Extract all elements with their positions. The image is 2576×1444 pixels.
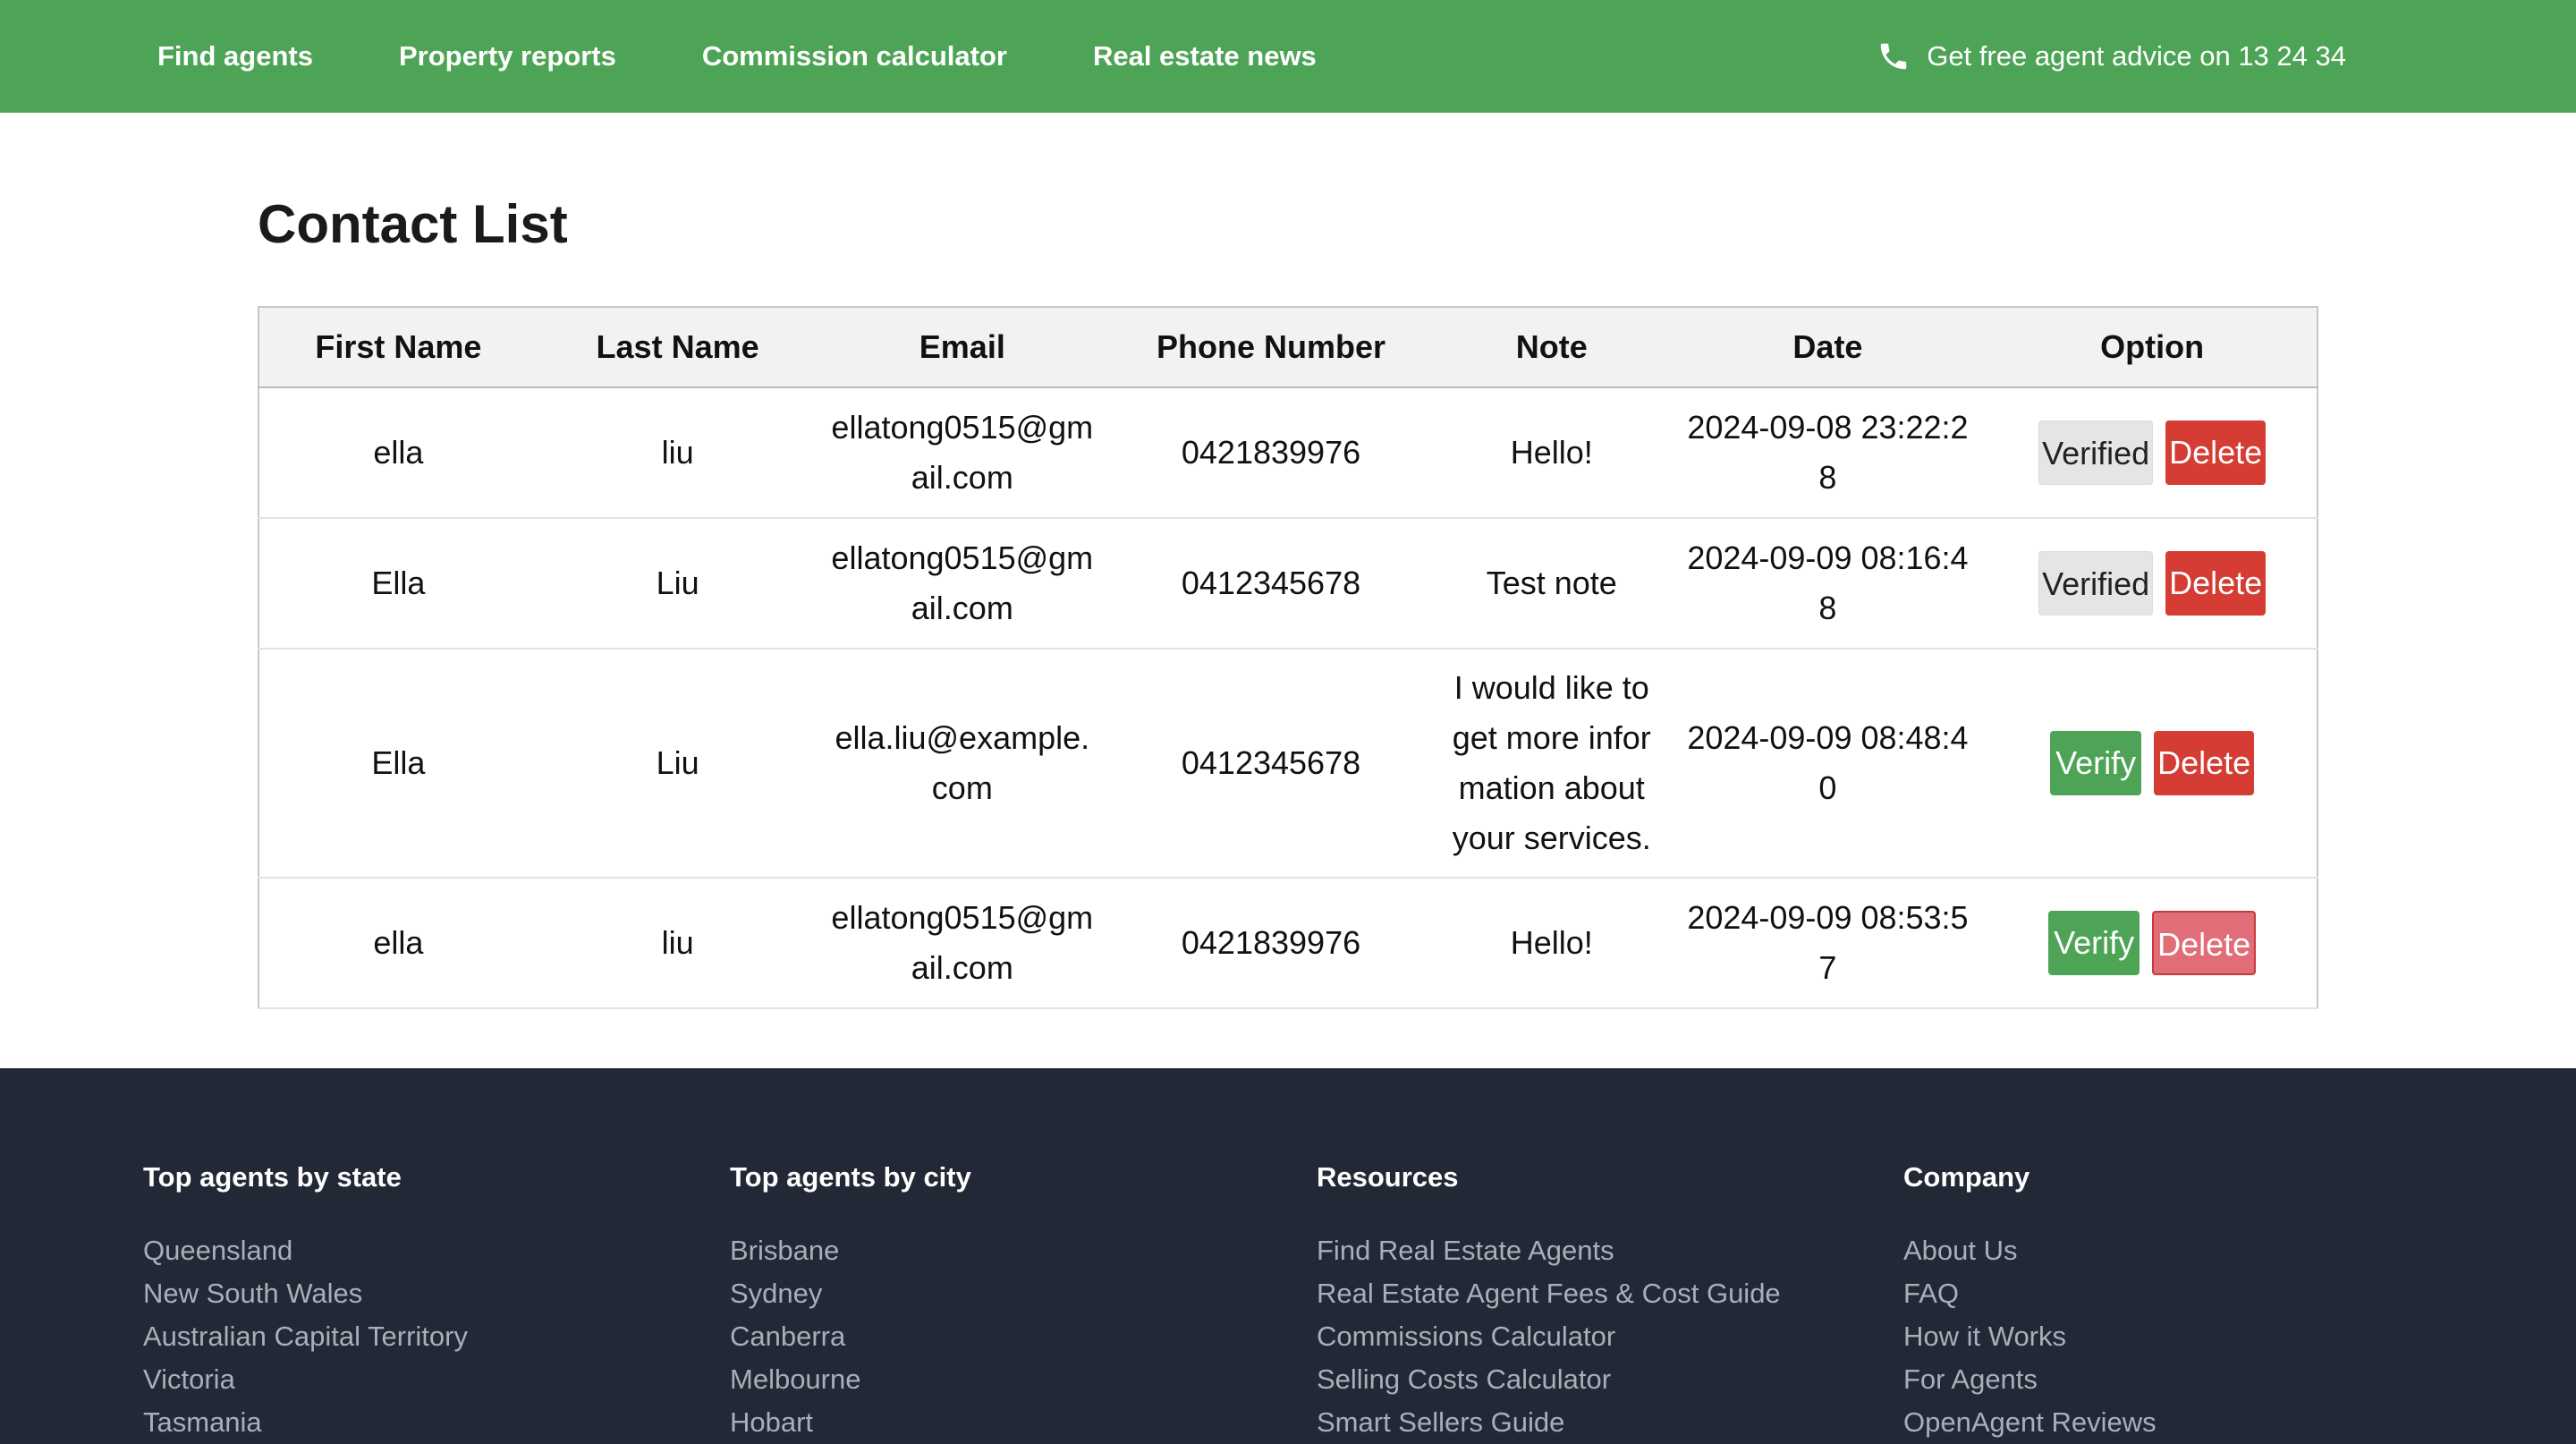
table-row: Ella Liu ella.liu@example.com 0412345678… xyxy=(258,649,2318,879)
cell-note: Test note xyxy=(1435,518,1668,650)
cell-phone: 0412345678 xyxy=(1106,649,1436,879)
header-date: Date xyxy=(1667,307,1988,388)
header-note: Note xyxy=(1435,307,1668,388)
footer-link-faq[interactable]: FAQ xyxy=(1903,1272,2157,1315)
footer-link-sydney[interactable]: Sydney xyxy=(730,1272,971,1315)
main-content: Contact List First Name Last Name Email … xyxy=(258,113,2318,1009)
footer-heading: Company xyxy=(1903,1161,2030,1193)
footer-link-tasmania[interactable]: Tasmania xyxy=(143,1401,468,1444)
header-first-name: First Name xyxy=(258,307,538,388)
footer-link-commissions-calculator[interactable]: Commissions Calculator xyxy=(1317,1315,1781,1358)
verify-button[interactable]: Verify xyxy=(2050,731,2142,795)
cell-last-name: Liu xyxy=(537,518,818,650)
cell-email: ellatong0515@gmail.com xyxy=(818,387,1107,519)
footer-link-new-south-wales[interactable]: New South Wales xyxy=(143,1272,468,1315)
table-row: ella liu ellatong0515@gmail.com 04218399… xyxy=(258,878,2318,1009)
cell-last-name: liu xyxy=(537,878,818,1009)
cell-phone: 0412345678 xyxy=(1106,518,1436,650)
footer-link-victoria[interactable]: Victoria xyxy=(143,1358,468,1401)
footer-link-fees-guide[interactable]: Real Estate Agent Fees & Cost Guide xyxy=(1317,1272,1781,1315)
footer-heading: Top agents by city xyxy=(730,1161,971,1193)
header-option: Option xyxy=(1987,307,2318,388)
cell-options: Verify Delete xyxy=(1987,878,2318,1009)
table-row: ella liu ellatong0515@gmail.com 04218399… xyxy=(258,387,2318,519)
cell-first-name: Ella xyxy=(258,518,538,650)
cell-phone: 0421839976 xyxy=(1106,387,1436,519)
delete-button[interactable]: Delete xyxy=(2152,911,2257,975)
site-footer: Top agents by state Queensland New South… xyxy=(0,1068,2576,1444)
header-phone-number: Phone Number xyxy=(1106,307,1436,388)
contact-table: First Name Last Name Email Phone Number … xyxy=(258,306,2318,1009)
table-row: Ella Liu ellatong0515@gmail.com 04123456… xyxy=(258,518,2318,650)
footer-column-city: Top agents by city Brisbane Sydney Canbe… xyxy=(730,1159,971,1444)
cell-last-name: liu xyxy=(537,387,818,519)
nav-property-reports[interactable]: Property reports xyxy=(399,40,616,72)
agent-advice-link[interactable]: Get free agent advice on 13 24 34 xyxy=(1877,0,2346,113)
delete-button[interactable]: Delete xyxy=(2165,551,2267,616)
cell-date: 2024-09-08 23:22:28 xyxy=(1667,387,1988,519)
cell-email: ella.liu@example.com xyxy=(818,649,1107,879)
footer-link-find-agents[interactable]: Find Real Estate Agents xyxy=(1317,1229,1781,1272)
nav-links: Find agents Property reports Commission … xyxy=(157,40,1317,72)
footer-link-for-agents[interactable]: For Agents xyxy=(1903,1358,2157,1401)
cell-date: 2024-09-09 08:53:57 xyxy=(1667,878,1988,1009)
delete-button[interactable]: Delete xyxy=(2154,731,2255,795)
cell-last-name: Liu xyxy=(537,649,818,879)
cell-first-name: ella xyxy=(258,387,538,519)
footer-link-about-us[interactable]: About Us xyxy=(1903,1229,2157,1272)
footer-link-brisbane[interactable]: Brisbane xyxy=(730,1229,971,1272)
footer-heading: Top agents by state xyxy=(143,1161,402,1193)
footer-link-canberra[interactable]: Canberra xyxy=(730,1315,971,1358)
footer-heading: Resources xyxy=(1317,1161,1459,1193)
cell-email: ellatong0515@gmail.com xyxy=(818,878,1107,1009)
cell-phone: 0421839976 xyxy=(1106,878,1436,1009)
verified-button[interactable]: Verified xyxy=(2038,551,2154,616)
agent-advice-text: Get free agent advice on 13 24 34 xyxy=(1927,40,2346,72)
footer-link-hobart[interactable]: Hobart xyxy=(730,1401,971,1444)
nav-commission-calculator[interactable]: Commission calculator xyxy=(702,40,1007,72)
table-header-row: First Name Last Name Email Phone Number … xyxy=(258,307,2318,388)
cell-first-name: ella xyxy=(258,878,538,1009)
footer-link-smart-sellers-guide[interactable]: Smart Sellers Guide xyxy=(1317,1401,1781,1444)
verify-button[interactable]: Verify xyxy=(2048,911,2140,975)
header-email: Email xyxy=(818,307,1107,388)
cell-date: 2024-09-09 08:48:40 xyxy=(1667,649,1988,879)
nav-find-agents[interactable]: Find agents xyxy=(157,40,313,72)
cell-options: Verified Delete xyxy=(1987,387,2318,519)
cell-options: Verified Delete xyxy=(1987,518,2318,650)
cell-options: Verify Delete xyxy=(1987,649,2318,879)
footer-column-resources: Resources Find Real Estate Agents Real E… xyxy=(1317,1159,1781,1444)
top-nav: Find agents Property reports Commission … xyxy=(0,0,2576,113)
cell-email: ellatong0515@gmail.com xyxy=(818,518,1107,650)
footer-link-selling-costs-calculator[interactable]: Selling Costs Calculator xyxy=(1317,1358,1781,1401)
cell-note: Hello! xyxy=(1435,878,1668,1009)
page-title: Contact List xyxy=(258,194,568,254)
footer-link-reviews[interactable]: OpenAgent Reviews xyxy=(1903,1401,2157,1444)
cell-date: 2024-09-09 08:16:48 xyxy=(1667,518,1988,650)
footer-column-state: Top agents by state Queensland New South… xyxy=(143,1159,468,1444)
delete-button[interactable]: Delete xyxy=(2165,420,2267,485)
cell-first-name: Ella xyxy=(258,649,538,879)
cell-note: I would like to get more information abo… xyxy=(1435,649,1668,879)
footer-link-how-it-works[interactable]: How it Works xyxy=(1903,1315,2157,1358)
phone-icon xyxy=(1877,39,1911,73)
nav-real-estate-news[interactable]: Real estate news xyxy=(1093,40,1317,72)
footer-link-act[interactable]: Australian Capital Territory xyxy=(143,1315,468,1358)
footer-link-melbourne[interactable]: Melbourne xyxy=(730,1358,971,1401)
footer-link-queensland[interactable]: Queensland xyxy=(143,1229,468,1272)
verified-button[interactable]: Verified xyxy=(2038,420,2154,485)
header-last-name: Last Name xyxy=(537,307,818,388)
footer-column-company: Company About Us FAQ How it Works For Ag… xyxy=(1903,1159,2157,1444)
cell-note: Hello! xyxy=(1435,387,1668,519)
